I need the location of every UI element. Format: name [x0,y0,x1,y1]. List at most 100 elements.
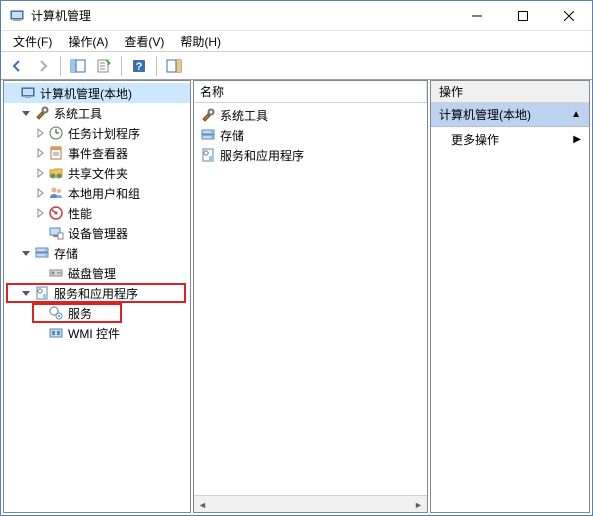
device-manager-icon [48,225,64,241]
help-button[interactable]: ? [127,54,151,78]
tree-wmi-label: WMI 控件 [68,325,120,342]
expander-open-icon[interactable] [18,285,34,301]
tree-shared-folders[interactable]: 共享文件夹 [4,163,190,183]
actions-panel: 操作 计算机管理(本地) ▲ 更多操作 ▶ [430,80,590,513]
actions-more-label: 更多操作 [451,131,499,148]
window-title: 计算机管理 [31,7,454,24]
expander-open-icon[interactable] [18,105,34,121]
tree-system-tools[interactable]: 系统工具 [4,103,190,123]
tree-performance-label: 性能 [68,205,92,222]
tree-task-scheduler[interactable]: 任务计划程序 [4,123,190,143]
tree-shared-folders-label: 共享文件夹 [68,165,128,182]
tree-task-scheduler-label: 任务计划程序 [68,125,140,142]
tree-event-viewer[interactable]: 事件查看器 [4,143,190,163]
toolbar: ? [1,52,592,80]
expander-closed-icon[interactable] [32,205,48,221]
actions-more[interactable]: 更多操作 ▶ [431,127,589,152]
menu-help[interactable]: 帮助(H) [172,31,229,52]
window-controls [454,1,592,31]
wmi-icon [48,325,64,341]
services-apps-icon [34,285,50,301]
tree-root[interactable]: 计算机管理(本地) [4,83,190,103]
tree-storage[interactable]: 存储 [4,243,190,263]
toolbar-separator [156,56,157,76]
highlight-services-apps: 服务和应用程序 [4,283,190,303]
toolbar-separator [60,56,61,76]
expander-icon[interactable] [4,85,20,101]
users-icon [48,185,64,201]
maximize-button[interactable] [500,1,546,31]
shared-folder-icon [48,165,64,181]
show-hide-tree-button[interactable] [66,54,90,78]
tree-device-manager-label: 设备管理器 [68,225,128,242]
toolbar-separator [121,56,122,76]
tree-services-apps[interactable]: 服务和应用程序 [4,283,190,303]
content-area: 计算机管理(本地) 系统工具 任务计划程序 [1,80,592,515]
horizontal-scrollbar[interactable]: ◄ ► [194,495,427,512]
menu-file[interactable]: 文件(F) [5,31,60,52]
titlebar: 计算机管理 [1,1,592,31]
action-pane-button[interactable] [162,54,186,78]
performance-icon [48,205,64,221]
list-panel: 名称 系统工具 存储 服务和应用程序 ◄ [193,80,428,513]
expander-closed-icon[interactable] [32,165,48,181]
list-header: 名称 [194,81,427,103]
collapse-arrow-icon: ▲ [571,109,581,120]
menu-view[interactable]: 查看(V) [116,31,172,52]
expander-open-icon[interactable] [18,245,34,261]
tree-device-manager[interactable]: 设备管理器 [4,223,190,243]
actions-section[interactable]: 计算机管理(本地) ▲ [431,103,589,127]
tree: 计算机管理(本地) 系统工具 任务计划程序 [4,81,190,345]
properties-button[interactable] [92,54,116,78]
tree-services-apps-label: 服务和应用程序 [54,285,138,302]
highlight-services: 服务 [4,303,190,323]
expander-closed-icon[interactable] [32,185,48,201]
tree-disk-management[interactable]: 磁盘管理 [4,263,190,283]
menubar: 文件(F) 操作(A) 查看(V) 帮助(H) [1,31,592,52]
column-name[interactable]: 名称 [194,81,427,102]
tree-local-users[interactable]: 本地用户和组 [4,183,190,203]
tree-services[interactable]: 服务 [4,303,190,323]
tree-system-tools-label: 系统工具 [54,105,102,122]
tree-storage-label: 存储 [54,245,78,262]
actions-header: 操作 [431,81,589,103]
close-button[interactable] [546,1,592,31]
storage-icon [200,127,216,143]
storage-icon [34,245,50,261]
scroll-left-button[interactable]: ◄ [194,496,211,513]
svg-text:?: ? [136,61,143,73]
tree-wmi[interactable]: WMI 控件 [4,323,190,343]
forward-button[interactable] [31,54,55,78]
expander-closed-icon[interactable] [32,125,48,141]
list-item-label: 存储 [220,127,244,144]
app-icon [9,8,25,24]
tree-local-users-label: 本地用户和组 [68,185,140,202]
scroll-track[interactable] [211,496,410,512]
tree-performance[interactable]: 性能 [4,203,190,223]
tree-panel: 计算机管理(本地) 系统工具 任务计划程序 [3,80,191,513]
tree-services-label: 服务 [68,305,92,322]
actions-section-title: 计算机管理(本地) [439,106,531,123]
list-item[interactable]: 服务和应用程序 [194,145,427,165]
list-item-label: 服务和应用程序 [220,147,304,164]
back-button[interactable] [5,54,29,78]
submenu-arrow-icon: ▶ [573,134,581,145]
clock-icon [48,125,64,141]
tree-root-label: 计算机管理(本地) [40,85,132,102]
scroll-right-button[interactable]: ► [410,496,427,513]
minimize-button[interactable] [454,1,500,31]
computer-icon [20,85,36,101]
event-log-icon [48,145,64,161]
services-apps-icon [200,147,216,163]
services-icon [48,305,64,321]
tools-icon [200,107,216,123]
menu-action[interactable]: 操作(A) [60,31,116,52]
list-item[interactable]: 系统工具 [194,105,427,125]
list-item[interactable]: 存储 [194,125,427,145]
tools-icon [34,105,50,121]
list-item-label: 系统工具 [220,107,268,124]
expander-closed-icon[interactable] [32,145,48,161]
disk-icon [48,265,64,281]
list-body: 系统工具 存储 服务和应用程序 [194,103,427,495]
tree-event-viewer-label: 事件查看器 [68,145,128,162]
